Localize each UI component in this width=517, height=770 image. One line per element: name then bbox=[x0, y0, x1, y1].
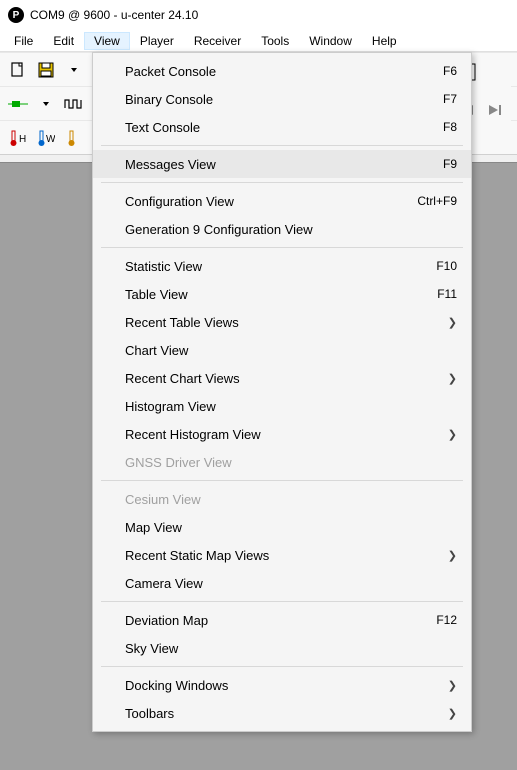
thermo-h-icon[interactable]: H bbox=[6, 126, 30, 150]
baud-icon[interactable] bbox=[62, 92, 86, 116]
menu-item-recent-table-views[interactable]: Recent Table Views❯ bbox=[93, 308, 471, 336]
menu-item-recent-static-map-views[interactable]: Recent Static Map Views❯ bbox=[93, 541, 471, 569]
next-track-icon[interactable] bbox=[483, 98, 507, 122]
app-icon: P bbox=[8, 7, 24, 23]
svg-text:H: H bbox=[19, 134, 26, 145]
menu-item-accelerator: F6 bbox=[443, 64, 457, 78]
view-dropdown: Packet ConsoleF6Binary ConsoleF7Text Con… bbox=[92, 52, 472, 732]
save-dropdown-icon[interactable] bbox=[62, 58, 86, 82]
menu-item-label: Messages View bbox=[125, 157, 443, 172]
chevron-right-icon: ❯ bbox=[448, 372, 457, 385]
chevron-right-icon: ❯ bbox=[448, 707, 457, 720]
menu-view[interactable]: View bbox=[84, 32, 130, 50]
menu-item-label: Table View bbox=[125, 287, 437, 302]
menu-item-gnss-driver-view: GNSS Driver View bbox=[93, 448, 471, 476]
menu-item-label: Histogram View bbox=[125, 399, 457, 414]
menu-item-label: Docking Windows bbox=[125, 678, 448, 693]
menu-help[interactable]: Help bbox=[362, 32, 407, 50]
menu-item-label: Statistic View bbox=[125, 259, 436, 274]
menubar: File Edit View Player Receiver Tools Win… bbox=[0, 30, 517, 52]
menu-item-deviation-map[interactable]: Deviation MapF12 bbox=[93, 606, 471, 634]
menu-item-label: Recent Table Views bbox=[125, 315, 448, 330]
menu-item-map-view[interactable]: Map View bbox=[93, 513, 471, 541]
menu-item-accelerator: F9 bbox=[443, 157, 457, 171]
menu-item-chart-view[interactable]: Chart View bbox=[93, 336, 471, 364]
menu-item-label: Cesium View bbox=[125, 492, 457, 507]
thermo-extra-icon[interactable] bbox=[62, 126, 86, 150]
window-title: COM9 @ 9600 - u-center 24.10 bbox=[30, 8, 198, 22]
titlebar: P COM9 @ 9600 - u-center 24.10 bbox=[0, 0, 517, 30]
connect-dropdown-icon[interactable] bbox=[34, 92, 58, 116]
chevron-right-icon: ❯ bbox=[448, 428, 457, 441]
menu-item-label: Camera View bbox=[125, 576, 457, 591]
chevron-right-icon: ❯ bbox=[448, 549, 457, 562]
menu-window[interactable]: Window bbox=[299, 32, 362, 50]
menu-item-label: Toolbars bbox=[125, 706, 448, 721]
thermo-w-icon[interactable]: W bbox=[34, 126, 58, 150]
menu-item-cesium-view: Cesium View bbox=[93, 485, 471, 513]
menu-tools[interactable]: Tools bbox=[251, 32, 299, 50]
menu-item-accelerator: F12 bbox=[436, 613, 457, 627]
menu-item-label: Binary Console bbox=[125, 92, 443, 107]
menu-item-packet-console[interactable]: Packet ConsoleF6 bbox=[93, 57, 471, 85]
menu-item-statistic-view[interactable]: Statistic ViewF10 bbox=[93, 252, 471, 280]
svg-text:W: W bbox=[46, 134, 55, 145]
menu-item-label: Generation 9 Configuration View bbox=[125, 222, 457, 237]
menu-item-accelerator: F10 bbox=[436, 259, 457, 273]
menu-item-toolbars[interactable]: Toolbars❯ bbox=[93, 699, 471, 727]
menu-item-histogram-view[interactable]: Histogram View bbox=[93, 392, 471, 420]
menu-item-text-console[interactable]: Text ConsoleF8 bbox=[93, 113, 471, 141]
menu-item-label: Recent Chart Views bbox=[125, 371, 448, 386]
menu-item-accelerator: F7 bbox=[443, 92, 457, 106]
menu-separator bbox=[101, 480, 463, 481]
menu-item-recent-histogram-view[interactable]: Recent Histogram View❯ bbox=[93, 420, 471, 448]
menu-item-messages-view[interactable]: Messages ViewF9 bbox=[93, 150, 471, 178]
menu-receiver[interactable]: Receiver bbox=[184, 32, 251, 50]
menu-separator bbox=[101, 601, 463, 602]
menu-item-label: Recent Histogram View bbox=[125, 427, 448, 442]
menu-item-accelerator: F11 bbox=[437, 287, 457, 301]
menu-item-accelerator: F8 bbox=[443, 120, 457, 134]
menu-separator bbox=[101, 247, 463, 248]
menu-item-accelerator: Ctrl+F9 bbox=[417, 194, 457, 208]
menu-item-generation-9-configuration-view[interactable]: Generation 9 Configuration View bbox=[93, 215, 471, 243]
menu-item-label: Packet Console bbox=[125, 64, 443, 79]
chevron-right-icon: ❯ bbox=[448, 316, 457, 329]
menu-item-label: Text Console bbox=[125, 120, 443, 135]
menu-item-label: Sky View bbox=[125, 641, 457, 656]
menu-item-recent-chart-views[interactable]: Recent Chart Views❯ bbox=[93, 364, 471, 392]
menu-item-binary-console[interactable]: Binary ConsoleF7 bbox=[93, 85, 471, 113]
menu-separator bbox=[101, 182, 463, 183]
menu-item-label: Chart View bbox=[125, 343, 457, 358]
menu-item-configuration-view[interactable]: Configuration ViewCtrl+F9 bbox=[93, 187, 471, 215]
menu-item-sky-view[interactable]: Sky View bbox=[93, 634, 471, 662]
new-file-icon[interactable] bbox=[6, 58, 30, 82]
chevron-right-icon: ❯ bbox=[448, 679, 457, 692]
menu-edit[interactable]: Edit bbox=[43, 32, 84, 50]
menu-item-label: GNSS Driver View bbox=[125, 455, 457, 470]
menu-item-label: Map View bbox=[125, 520, 457, 535]
menu-item-table-view[interactable]: Table ViewF11 bbox=[93, 280, 471, 308]
menu-separator bbox=[101, 145, 463, 146]
menu-item-docking-windows[interactable]: Docking Windows❯ bbox=[93, 671, 471, 699]
menu-file[interactable]: File bbox=[4, 32, 43, 50]
menu-separator bbox=[101, 666, 463, 667]
menu-item-label: Configuration View bbox=[125, 194, 417, 209]
connect-icon[interactable] bbox=[6, 92, 30, 116]
menu-item-camera-view[interactable]: Camera View bbox=[93, 569, 471, 597]
menu-player[interactable]: Player bbox=[130, 32, 184, 50]
menu-item-label: Recent Static Map Views bbox=[125, 548, 448, 563]
save-icon[interactable] bbox=[34, 58, 58, 82]
menu-item-label: Deviation Map bbox=[125, 613, 436, 628]
